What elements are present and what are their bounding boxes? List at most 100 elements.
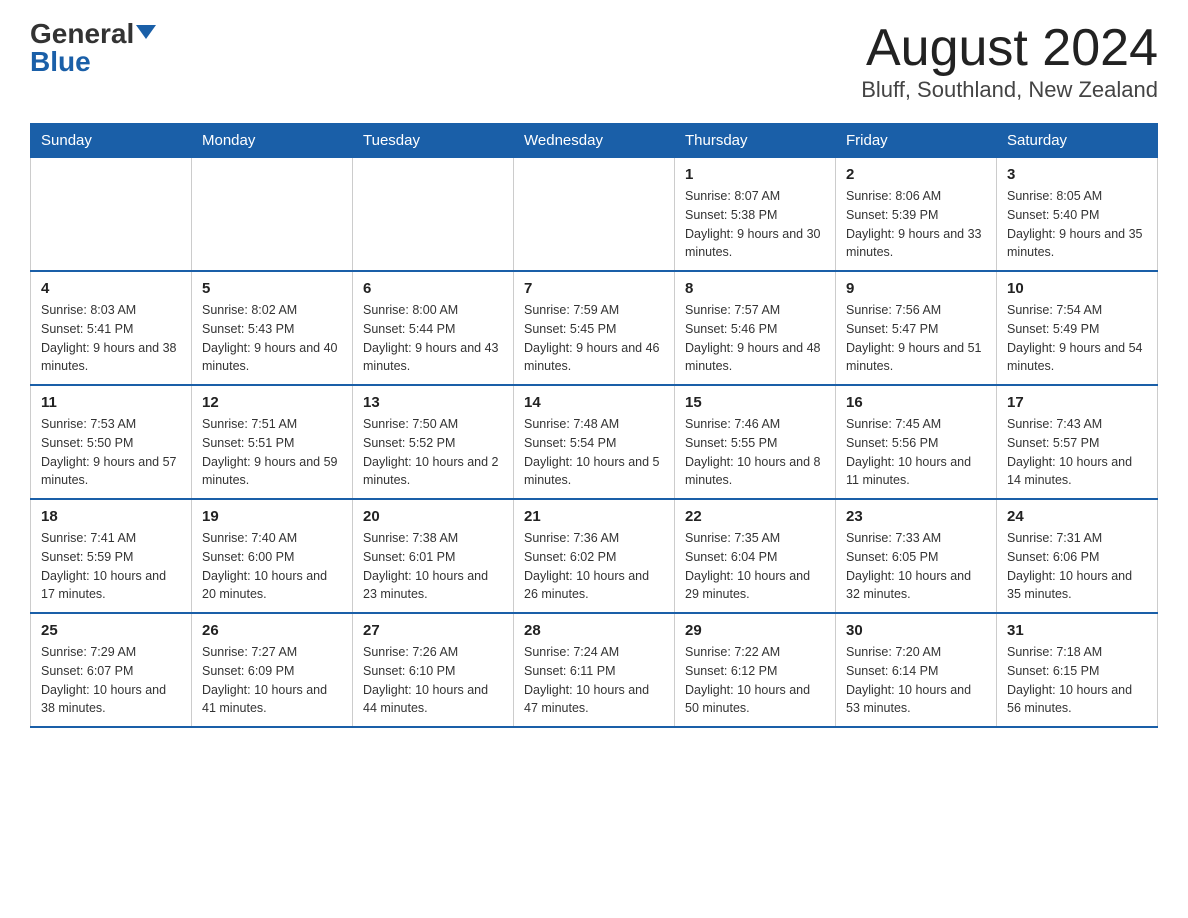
day-info: Sunrise: 7:50 AM Sunset: 5:52 PM Dayligh… (363, 415, 503, 490)
day-info: Sunrise: 8:02 AM Sunset: 5:43 PM Dayligh… (202, 301, 342, 376)
day-number: 13 (363, 394, 503, 411)
day-number: 8 (685, 280, 825, 297)
day-info: Sunrise: 7:46 AM Sunset: 5:55 PM Dayligh… (685, 415, 825, 490)
week-row-2: 4 Sunrise: 8:03 AM Sunset: 5:41 PM Daylig… (31, 271, 1158, 385)
day-info: Sunrise: 7:48 AM Sunset: 5:54 PM Dayligh… (524, 415, 664, 490)
calendar-cell: 12 Sunrise: 7:51 AM Sunset: 5:51 PM Dayli… (192, 385, 353, 499)
calendar-cell: 16 Sunrise: 7:45 AM Sunset: 5:56 PM Dayli… (836, 385, 997, 499)
day-number: 21 (524, 508, 664, 525)
week-row-3: 11Sunrise: 7:53 AM Sunset: 5:50 PM Dayli… (31, 385, 1158, 499)
day-number: 12 (202, 394, 342, 411)
day-info: Sunrise: 7:31 AM Sunset: 6:06 PM Dayligh… (1007, 529, 1147, 604)
day-info: Sunrise: 7:26 AM Sunset: 6:10 PM Dayligh… (363, 643, 503, 718)
page-subtitle: Bluff, Southland, New Zealand (861, 77, 1158, 103)
day-number: 5 (202, 280, 342, 297)
calendar-cell: 23Sunrise: 7:33 AM Sunset: 6:05 PM Dayli… (836, 499, 997, 613)
calendar-table: SundayMondayTuesdayWednesdayThursdayFrid… (30, 123, 1158, 728)
week-row-1: 1 Sunrise: 8:07 AM Sunset: 5:38 PM Daylig… (31, 158, 1158, 272)
header-thursday: Thursday (675, 124, 836, 158)
day-info: Sunrise: 7:27 AM Sunset: 6:09 PM Dayligh… (202, 643, 342, 718)
day-info: Sunrise: 8:05 AM Sunset: 5:40 PM Dayligh… (1007, 187, 1147, 262)
day-number: 16 (846, 394, 986, 411)
day-info: Sunrise: 7:22 AM Sunset: 6:12 PM Dayligh… (685, 643, 825, 718)
calendar-cell: 26 Sunrise: 7:27 AM Sunset: 6:09 PM Dayli… (192, 613, 353, 727)
calendar-cell (192, 158, 353, 272)
calendar-cell: 8 Sunrise: 7:57 AM Sunset: 5:46 PM Daylig… (675, 271, 836, 385)
day-info: Sunrise: 8:00 AM Sunset: 5:44 PM Dayligh… (363, 301, 503, 376)
page-title: August 2024 (861, 20, 1158, 77)
week-row-5: 25Sunrise: 7:29 AM Sunset: 6:07 PM Dayli… (31, 613, 1158, 727)
day-number: 14 (524, 394, 664, 411)
calendar-cell: 4 Sunrise: 8:03 AM Sunset: 5:41 PM Daylig… (31, 271, 192, 385)
day-number: 20 (363, 508, 503, 525)
day-number: 27 (363, 622, 503, 639)
header-monday: Monday (192, 124, 353, 158)
header-friday: Friday (836, 124, 997, 158)
day-info: Sunrise: 7:57 AM Sunset: 5:46 PM Dayligh… (685, 301, 825, 376)
calendar-cell (514, 158, 675, 272)
calendar-cell: 17 Sunrise: 7:43 AM Sunset: 5:57 PM Dayli… (997, 385, 1158, 499)
calendar-cell: 9 Sunrise: 7:56 AM Sunset: 5:47 PM Daylig… (836, 271, 997, 385)
calendar-cell: 1 Sunrise: 8:07 AM Sunset: 5:38 PM Daylig… (675, 158, 836, 272)
day-number: 28 (524, 622, 664, 639)
day-number: 3 (1007, 166, 1147, 183)
day-info: Sunrise: 8:03 AM Sunset: 5:41 PM Dayligh… (41, 301, 181, 376)
day-number: 31 (1007, 622, 1147, 639)
calendar-cell: 21 Sunrise: 7:36 AM Sunset: 6:02 PM Dayli… (514, 499, 675, 613)
day-number: 10 (1007, 280, 1147, 297)
header-sunday: Sunday (31, 124, 192, 158)
calendar-cell: 7Sunrise: 7:59 AM Sunset: 5:45 PM Daylig… (514, 271, 675, 385)
day-number: 29 (685, 622, 825, 639)
day-info: Sunrise: 7:41 AM Sunset: 5:59 PM Dayligh… (41, 529, 181, 604)
day-number: 1 (685, 166, 825, 183)
day-number: 24 (1007, 508, 1147, 525)
title-block: August 2024 Bluff, Southland, New Zealan… (861, 20, 1158, 103)
calendar-cell: 27 Sunrise: 7:26 AM Sunset: 6:10 PM Dayli… (353, 613, 514, 727)
calendar-cell: 15 Sunrise: 7:46 AM Sunset: 5:55 PM Dayli… (675, 385, 836, 499)
day-number: 15 (685, 394, 825, 411)
day-info: Sunrise: 7:20 AM Sunset: 6:14 PM Dayligh… (846, 643, 986, 718)
day-number: 4 (41, 280, 181, 297)
day-info: Sunrise: 7:36 AM Sunset: 6:02 PM Dayligh… (524, 529, 664, 604)
day-number: 7 (524, 280, 664, 297)
day-number: 9 (846, 280, 986, 297)
day-info: Sunrise: 8:07 AM Sunset: 5:38 PM Dayligh… (685, 187, 825, 262)
calendar-cell: 10 Sunrise: 7:54 AM Sunset: 5:49 PM Dayli… (997, 271, 1158, 385)
day-info: Sunrise: 8:06 AM Sunset: 5:39 PM Dayligh… (846, 187, 986, 262)
calendar-cell: 18 Sunrise: 7:41 AM Sunset: 5:59 PM Dayli… (31, 499, 192, 613)
day-number: 17 (1007, 394, 1147, 411)
calendar-cell: 30 Sunrise: 7:20 AM Sunset: 6:14 PM Dayli… (836, 613, 997, 727)
calendar-cell: 25Sunrise: 7:29 AM Sunset: 6:07 PM Dayli… (31, 613, 192, 727)
page-header: General Blue August 2024 Bluff, Southlan… (30, 20, 1158, 103)
calendar-cell: 5 Sunrise: 8:02 AM Sunset: 5:43 PM Daylig… (192, 271, 353, 385)
day-number: 18 (41, 508, 181, 525)
calendar-cell: 22 Sunrise: 7:35 AM Sunset: 6:04 PM Dayli… (675, 499, 836, 613)
day-number: 30 (846, 622, 986, 639)
calendar-cell (353, 158, 514, 272)
day-info: Sunrise: 7:35 AM Sunset: 6:04 PM Dayligh… (685, 529, 825, 604)
logo: General Blue (30, 20, 156, 76)
calendar-cell: 11Sunrise: 7:53 AM Sunset: 5:50 PM Dayli… (31, 385, 192, 499)
calendar-cell: 19Sunrise: 7:40 AM Sunset: 6:00 PM Dayli… (192, 499, 353, 613)
day-info: Sunrise: 7:43 AM Sunset: 5:57 PM Dayligh… (1007, 415, 1147, 490)
day-info: Sunrise: 7:33 AM Sunset: 6:05 PM Dayligh… (846, 529, 986, 604)
day-number: 19 (202, 508, 342, 525)
logo-triangle-icon (136, 25, 156, 39)
calendar-cell (31, 158, 192, 272)
calendar-cell: 3 Sunrise: 8:05 AM Sunset: 5:40 PM Daylig… (997, 158, 1158, 272)
header-saturday: Saturday (997, 124, 1158, 158)
day-info: Sunrise: 7:18 AM Sunset: 6:15 PM Dayligh… (1007, 643, 1147, 718)
calendar-cell: 31 Sunrise: 7:18 AM Sunset: 6:15 PM Dayli… (997, 613, 1158, 727)
day-number: 2 (846, 166, 986, 183)
calendar-cell: 2 Sunrise: 8:06 AM Sunset: 5:39 PM Daylig… (836, 158, 997, 272)
day-info: Sunrise: 7:51 AM Sunset: 5:51 PM Dayligh… (202, 415, 342, 490)
day-number: 26 (202, 622, 342, 639)
day-info: Sunrise: 7:56 AM Sunset: 5:47 PM Dayligh… (846, 301, 986, 376)
logo-general-text: General (30, 20, 134, 48)
day-info: Sunrise: 7:38 AM Sunset: 6:01 PM Dayligh… (363, 529, 503, 604)
day-number: 22 (685, 508, 825, 525)
day-info: Sunrise: 7:54 AM Sunset: 5:49 PM Dayligh… (1007, 301, 1147, 376)
calendar-cell: 28Sunrise: 7:24 AM Sunset: 6:11 PM Dayli… (514, 613, 675, 727)
day-info: Sunrise: 7:45 AM Sunset: 5:56 PM Dayligh… (846, 415, 986, 490)
day-number: 11 (41, 394, 181, 411)
